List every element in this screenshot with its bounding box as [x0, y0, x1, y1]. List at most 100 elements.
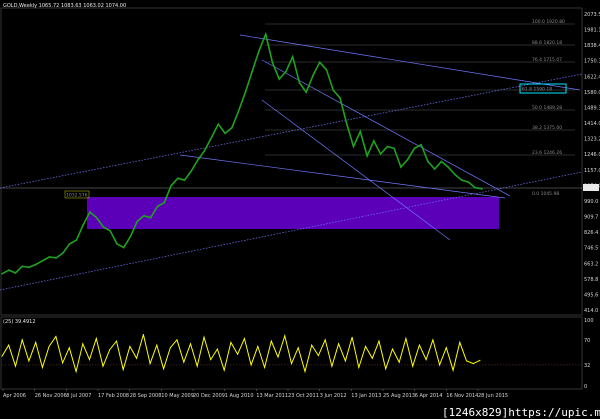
price-point [379, 153, 382, 155]
price-point [224, 132, 226, 135]
indicator-point [277, 356, 279, 358]
price-y-tick-label: 909.7 [584, 215, 598, 221]
price-point [129, 235, 132, 238]
indicator-point [190, 343, 191, 345]
price-point [62, 252, 64, 254]
price-point [352, 145, 355, 148]
x-tick-label: 13 Mar 2011 [256, 393, 288, 399]
price-point [21, 265, 24, 268]
support-zone-box [87, 197, 499, 229]
x-tick-label: 1 Aug 2010 [225, 393, 254, 399]
indicator-point [338, 343, 340, 345]
indicator-y-tick-label: 0 [584, 384, 587, 390]
indicator-point [210, 359, 212, 361]
fib-label-61: 61.8 1590.18 [522, 87, 552, 93]
price-point [1, 273, 3, 275]
x-tick-label: 25 Aug 2013 [383, 393, 415, 399]
price-point [244, 91, 247, 93]
price-point [55, 257, 57, 259]
indicator-point [459, 341, 461, 343]
price-point [237, 110, 240, 112]
price-y-tick-label: 990.0 [584, 199, 598, 205]
price-y-tick-label: 1489.3 [584, 106, 600, 112]
indicator-point [109, 349, 111, 351]
price-point [68, 243, 71, 245]
price-point [285, 70, 287, 73]
price-point [14, 272, 17, 274]
price-point [170, 185, 172, 187]
indicator-point [75, 371, 77, 372]
price-y-tick-label: 1838.4 [584, 43, 600, 49]
price-point [251, 70, 253, 73]
indicator-point [122, 369, 124, 370]
indicator-point [62, 362, 64, 364]
price-point [325, 69, 328, 71]
price-point [190, 170, 193, 172]
price-point [291, 55, 294, 58]
indicator-point [15, 365, 16, 367]
price-y-tick-label: 2073.5 [584, 12, 600, 18]
indicator-point [142, 334, 144, 335]
indicator-info-header: (25) 39.4912 [3, 319, 36, 325]
watermark-text: [1246x829]https://upic.me/ [442, 406, 600, 419]
indicator-point [129, 345, 131, 347]
indicator-point [116, 340, 117, 342]
price-point [359, 130, 362, 133]
price-point [28, 266, 30, 269]
price-point [82, 224, 84, 226]
price-point [89, 211, 91, 213]
x-tick-label: 6 Apr 2014 [415, 393, 443, 399]
x-tick-label: 20 Dec 2009 [193, 393, 225, 399]
indicator-point [28, 360, 30, 362]
price-info-header: GOLD,Weekly 1065.72 1083.63 1063.02 1074… [3, 3, 126, 9]
price-y-tick-label: 1622.4 [584, 74, 600, 80]
price-y-tick-label: 1246.0 [584, 152, 600, 158]
indicator-point [378, 340, 380, 342]
indicator-point [317, 355, 319, 357]
price-point [400, 166, 402, 168]
indicator-point [331, 365, 333, 367]
indicator-point [311, 344, 313, 346]
indicator-point [385, 368, 387, 370]
indicator-point [156, 344, 158, 346]
indicator-point [223, 369, 225, 371]
indicator-point [163, 368, 165, 370]
price-point [427, 160, 429, 163]
price-point [177, 177, 179, 180]
x-tick-label: 10 May 2009 [161, 393, 194, 399]
indicator-point [183, 361, 185, 363]
indicator-y-tick-label: 32 [584, 363, 590, 369]
indicator-point [95, 338, 97, 339]
indicator-y-tick-label: 70 [584, 338, 590, 344]
price-point [386, 145, 389, 148]
indicator-y-tick-label: 100 [584, 318, 594, 324]
indicator-point [102, 365, 104, 367]
price-y-tick-label: 1414.0 [584, 121, 600, 127]
price-point [75, 239, 78, 241]
fib-label-88: 88.6 1820.18 [532, 40, 562, 46]
indicator-point [1, 355, 3, 357]
price-point [183, 179, 186, 181]
indicator-point [237, 353, 239, 355]
indicator-point [35, 341, 37, 343]
x-tick-label: 28 Sep 2008 [130, 393, 162, 399]
price-point [264, 33, 267, 35]
price-point [8, 269, 10, 271]
fib-label-100: 100.0 1920.80 [532, 19, 565, 25]
price-point [102, 226, 105, 228]
x-tick-label: 23 Oct 2011 [288, 393, 319, 399]
indicator-point [243, 338, 245, 339]
indicator-point [412, 365, 414, 367]
price-point [210, 136, 213, 138]
indicator-point [392, 348, 393, 350]
price-point [143, 215, 145, 217]
price-point [116, 243, 118, 245]
indicator-point [68, 347, 70, 349]
fib-label-23: 23.6 1246.26 [532, 150, 562, 156]
price-point [393, 147, 395, 150]
indicator-point [371, 357, 373, 359]
current-price-marker [583, 184, 599, 191]
indicator-point [8, 344, 10, 346]
chart-canvas: GOLD,Weekly 1065.72 1083.63 1063.02 1074… [0, 0, 600, 419]
indicator-point [55, 336, 57, 337]
